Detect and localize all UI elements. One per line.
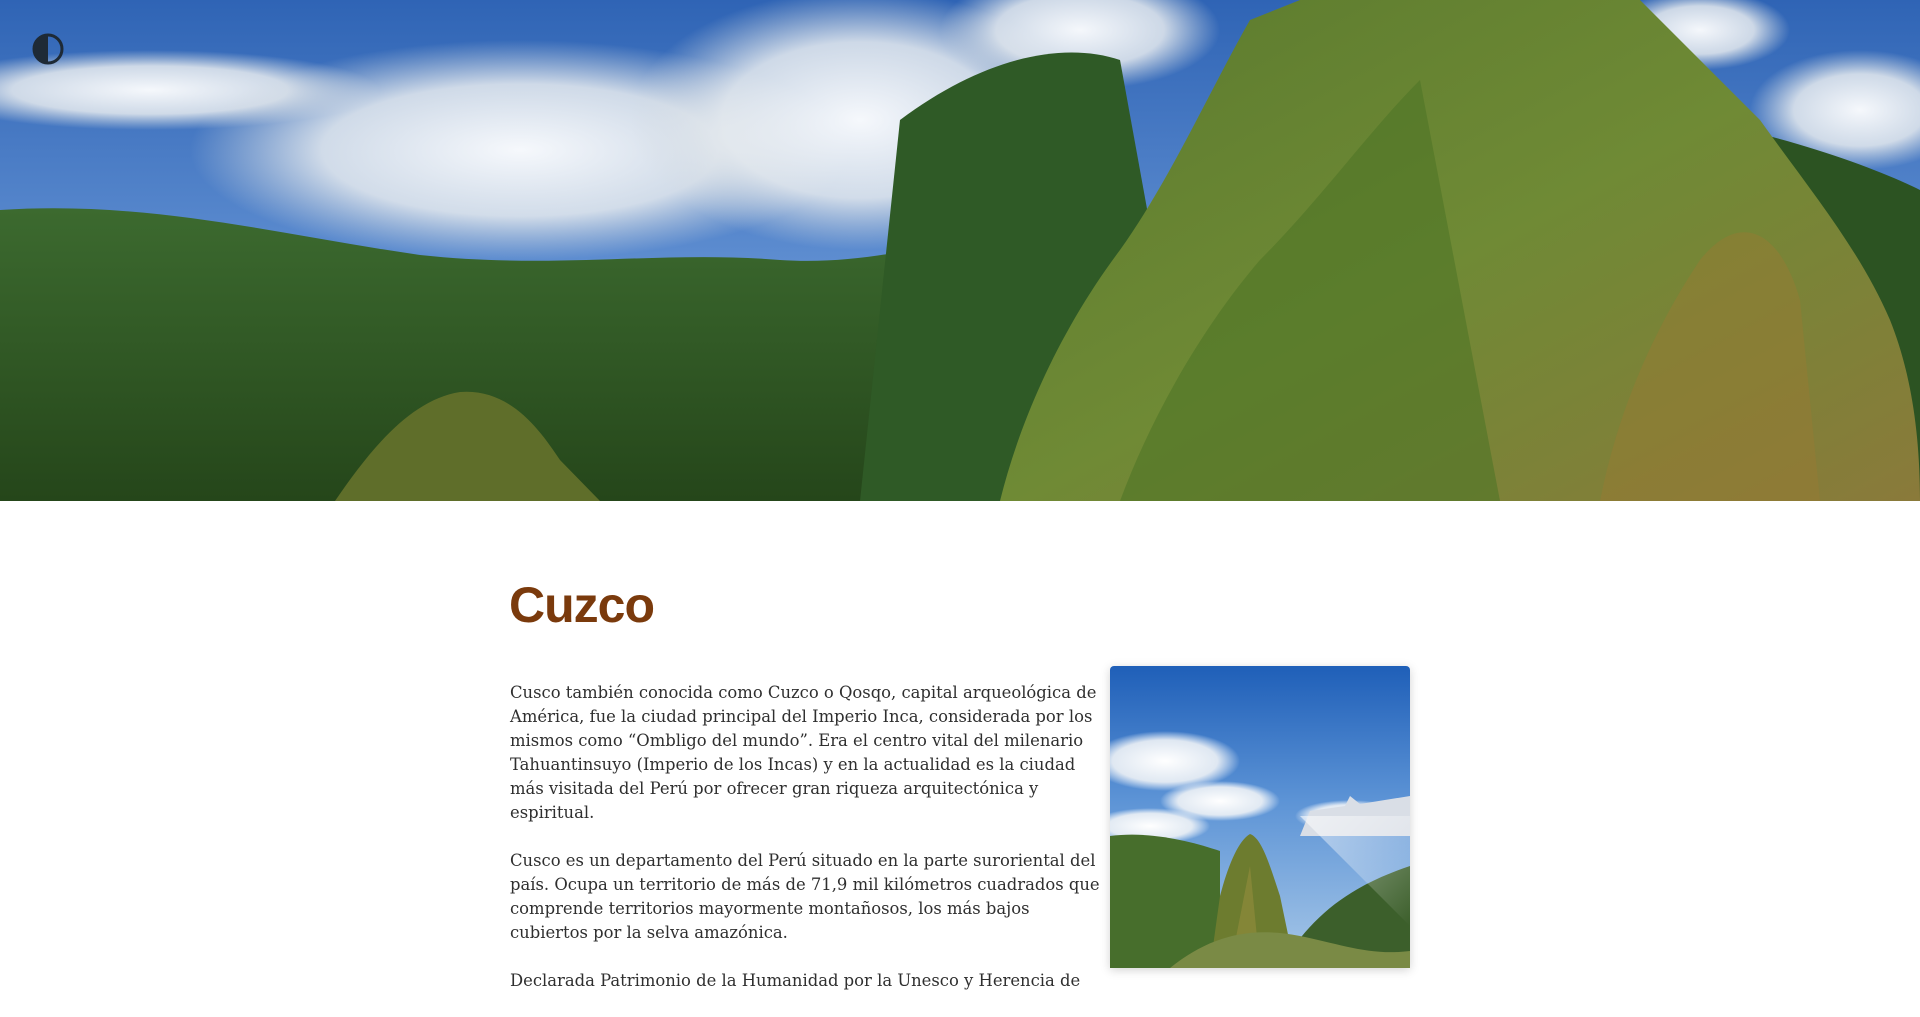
paragraph-1: Cusco también conocida como Cuzco o Qosq… — [510, 683, 1097, 822]
page-title: Cuzco — [509, 577, 655, 633]
contrast-icon — [32, 33, 64, 65]
theme-toggle-button[interactable] — [31, 32, 65, 66]
paragraph-2: Cusco es un departamento del Perú situad… — [510, 851, 1100, 942]
hero-banner — [0, 0, 1920, 501]
hero-image — [0, 0, 1920, 501]
main-content: Cuzco Cusco también conocida como Cuzco … — [0, 501, 1920, 990]
paragraph-3: Declarada Patrimonio de la Humanidad por… — [510, 971, 1081, 990]
machu-picchu-photo — [1110, 666, 1410, 968]
machu-picchu-image — [1110, 666, 1410, 968]
article-body: Cusco también conocida como Cuzco o Qosq… — [510, 681, 1110, 1017]
